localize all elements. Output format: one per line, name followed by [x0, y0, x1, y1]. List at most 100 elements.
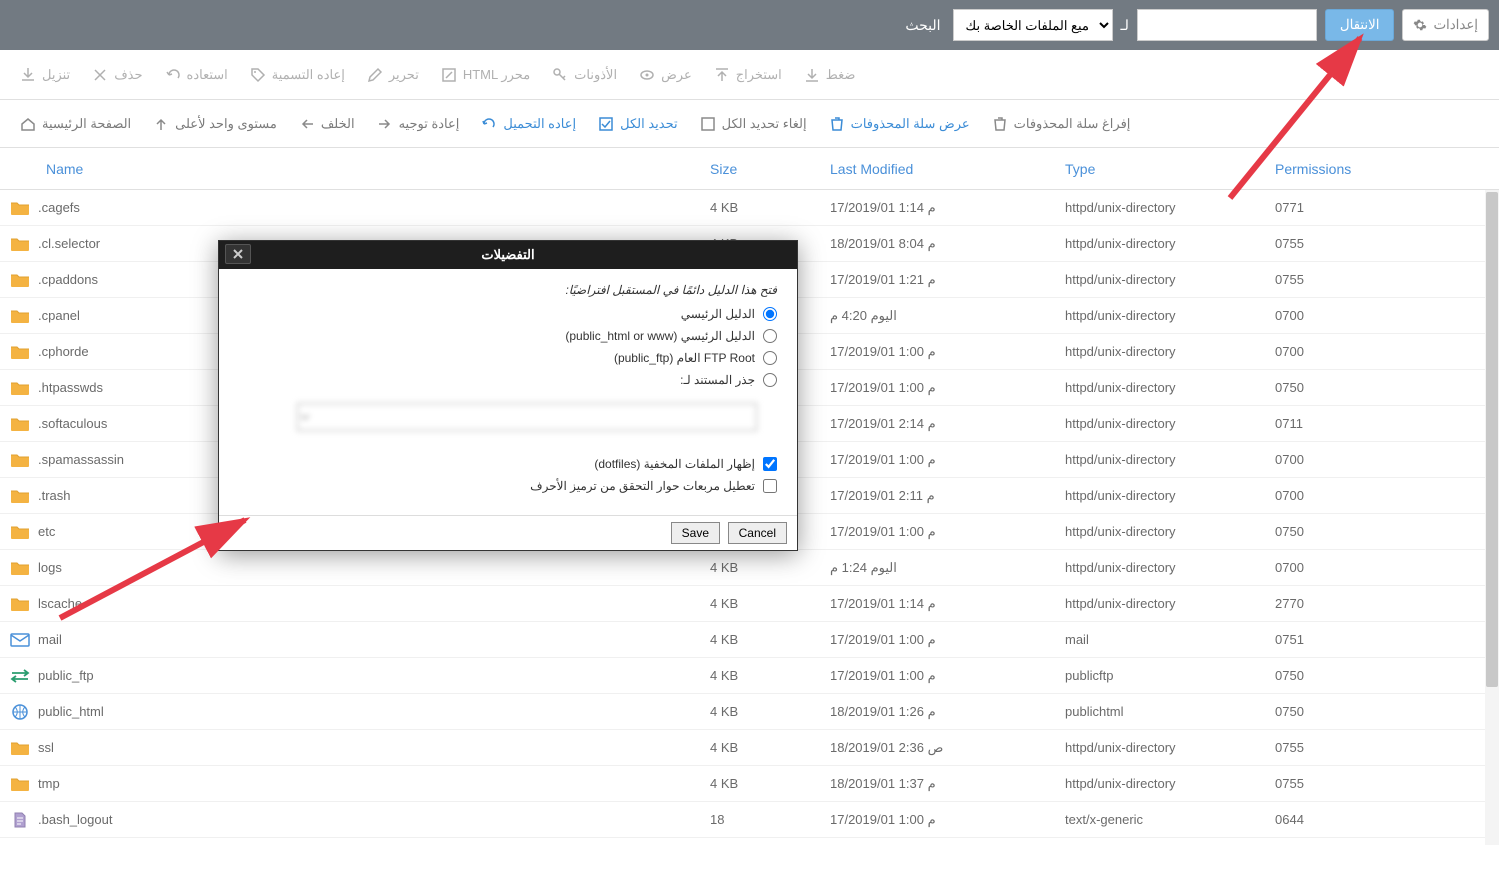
- toolbar-label: تحرير: [389, 67, 419, 83]
- nav-back-button[interactable]: الخلف: [289, 110, 365, 138]
- file-permissions: 0755: [1275, 272, 1395, 287]
- radio-home[interactable]: الدليل الرئيسي: [239, 307, 777, 321]
- tag-icon: [250, 67, 266, 83]
- file-type-icon: [10, 632, 38, 648]
- toolbar-extract-button[interactable]: استخراج: [704, 61, 792, 89]
- toolbar-label: ضغط: [826, 67, 856, 83]
- radio-ftproot[interactable]: FTP Root العام (public_ftp): [239, 351, 777, 365]
- file-type-icon: [10, 236, 38, 252]
- nav-check-all-button[interactable]: تحديد الكل: [588, 110, 687, 138]
- file-name: mail: [38, 632, 710, 647]
- file-permissions: 0750: [1275, 524, 1395, 539]
- file-modified: 17/2019/01 1:00 م: [830, 812, 1065, 828]
- file-size: 4 KB: [710, 668, 830, 683]
- nav-label: إعاده التحميل: [503, 116, 576, 132]
- radio-ftproot-input[interactable]: [763, 351, 777, 365]
- dialog-footer: Save Cancel: [219, 515, 797, 550]
- toolbar-tag-button[interactable]: إعاده التسمية: [240, 61, 355, 89]
- settings-button[interactable]: إعدادات: [1402, 9, 1489, 41]
- file-permissions: 0755: [1275, 776, 1395, 791]
- checkbox-encoding[interactable]: تعطيل مربعات حوار التحقق من ترميز الأحرف: [239, 479, 777, 493]
- checkbox-dotfiles-input[interactable]: [763, 457, 777, 471]
- col-header-modified[interactable]: Last Modified: [830, 161, 1065, 177]
- docroot-select[interactable]: [297, 403, 757, 431]
- col-header-name[interactable]: Name: [10, 161, 710, 177]
- file-row[interactable]: public_ftp4 KB17/2019/01 1:00 مpublicftp…: [0, 658, 1499, 694]
- save-button[interactable]: Save: [671, 522, 720, 544]
- toolbar-x-button[interactable]: حذف: [82, 61, 152, 89]
- trash-view-icon: [829, 116, 845, 132]
- close-button[interactable]: [225, 244, 251, 264]
- file-row[interactable]: .bash_logout1817/2019/01 1:00 مtext/x-ge…: [0, 802, 1499, 838]
- file-size: 18: [710, 812, 830, 827]
- radio-docroot-input[interactable]: [763, 373, 777, 387]
- file-row[interactable]: public_html4 KB18/2019/01 1:26 مpublicht…: [0, 694, 1499, 730]
- toolbar-key-button[interactable]: الأذونات: [542, 61, 627, 89]
- file-modified: 18/2019/01 2:36 ص: [830, 740, 1065, 756]
- file-modified: 17/2019/01 2:14 م: [830, 416, 1065, 432]
- file-row[interactable]: mail4 KB17/2019/01 1:00 مmail0751: [0, 622, 1499, 658]
- file-size: 4 KB: [710, 704, 830, 719]
- scrollbar-thumb[interactable]: [1486, 192, 1498, 687]
- file-permissions: 0644: [1275, 812, 1395, 827]
- radio-home-input[interactable]: [763, 307, 777, 321]
- file-type: text/x-generic: [1065, 812, 1275, 827]
- file-type-icon: [10, 380, 38, 396]
- file-type-icon: [10, 344, 38, 360]
- file-row[interactable]: logs4 KBاليوم 1:24 مhttpd/unix-directory…: [0, 550, 1499, 586]
- toolbar-compress-button[interactable]: ضغط: [794, 61, 866, 89]
- file-size: 4 KB: [710, 632, 830, 647]
- download-icon: [20, 67, 36, 83]
- radio-docroot[interactable]: جذر المستند لـ:: [239, 373, 777, 387]
- col-header-type[interactable]: Type: [1065, 161, 1275, 177]
- search-input[interactable]: [1137, 9, 1317, 41]
- nav-forward-button[interactable]: إعادة توجيه: [367, 110, 470, 138]
- file-row[interactable]: .cagefs4 KB17/2019/01 1:14 مhttpd/unix-d…: [0, 190, 1499, 226]
- file-modified: 17/2019/01 1:00 م: [830, 380, 1065, 396]
- file-type: httpd/unix-directory: [1065, 200, 1275, 215]
- toolbar-download-button[interactable]: تنزيل: [10, 61, 80, 89]
- file-permissions: 0755: [1275, 740, 1395, 755]
- nav-trash-empty-button[interactable]: إفراغ سلة المحذوفات: [982, 110, 1141, 138]
- file-type-icon: [10, 524, 38, 540]
- file-permissions: 0700: [1275, 488, 1395, 503]
- file-type: httpd/unix-directory: [1065, 416, 1275, 431]
- file-type: publicftp: [1065, 668, 1275, 683]
- uncheck-all-icon: [700, 116, 716, 132]
- file-size: 4 KB: [710, 596, 830, 611]
- nav-uncheck-all-button[interactable]: إلغاء تحديد الكل: [690, 110, 817, 138]
- file-actions-toolbar: تنزيلحذفاستعادهإعاده التسمية تحرير HTML مح…: [0, 50, 1499, 100]
- file-name: .bash_logout: [38, 812, 710, 827]
- reload-icon: [481, 116, 497, 132]
- nav-up-button[interactable]: مستوى واحد لأعلى: [143, 110, 287, 138]
- undo-icon: [165, 67, 181, 83]
- toolbar-label: HTML محرر: [463, 67, 530, 83]
- toolbar-eye-button[interactable]: عرض: [629, 61, 702, 89]
- toolbar-edit-button[interactable]: HTML محرر: [431, 61, 540, 89]
- radio-webroot-input[interactable]: [763, 329, 777, 343]
- nav-label: إفراغ سلة المحذوفات: [1014, 116, 1131, 132]
- toolbar-pencil-button[interactable]: تحرير: [357, 61, 429, 89]
- file-permissions: 0750: [1275, 668, 1395, 683]
- radio-webroot[interactable]: الدليل الرئيسي (public_html or www): [239, 329, 777, 343]
- file-row[interactable]: lscache4 KB17/2019/01 1:14 مhttpd/unix-d…: [0, 586, 1499, 622]
- go-button[interactable]: الانتقال: [1325, 9, 1395, 41]
- file-type-icon: [10, 596, 38, 612]
- file-type-icon: [10, 200, 38, 216]
- search-scope-select[interactable]: جميع الملفات الخاصة بك: [953, 9, 1113, 41]
- nav-label: تحديد الكل: [620, 116, 677, 132]
- nav-home-button[interactable]: الصفحة الرئيسية: [10, 110, 141, 138]
- file-modified: اليوم 4:20 م: [830, 308, 1065, 324]
- checkbox-encoding-input[interactable]: [763, 479, 777, 493]
- col-header-permissions[interactable]: Permissions: [1275, 161, 1395, 177]
- nav-reload-button[interactable]: إعاده التحميل: [471, 110, 586, 138]
- cancel-button[interactable]: Cancel: [728, 522, 787, 544]
- file-row[interactable]: tmp4 KB18/2019/01 1:37 مhttpd/unix-direc…: [0, 766, 1499, 802]
- file-row[interactable]: ssl4 KB18/2019/01 2:36 صhttpd/unix-direc…: [0, 730, 1499, 766]
- col-header-size[interactable]: Size: [710, 161, 830, 177]
- file-modified: 17/2019/01 1:00 م: [830, 668, 1065, 684]
- nav-trash-view-button[interactable]: عرض سلة المحذوفات: [819, 110, 980, 138]
- toolbar-undo-button[interactable]: استعاده: [155, 61, 238, 89]
- checkbox-dotfiles[interactable]: إظهار الملفات المخفية (dotfiles): [239, 457, 777, 471]
- file-name: ssl: [38, 740, 710, 755]
